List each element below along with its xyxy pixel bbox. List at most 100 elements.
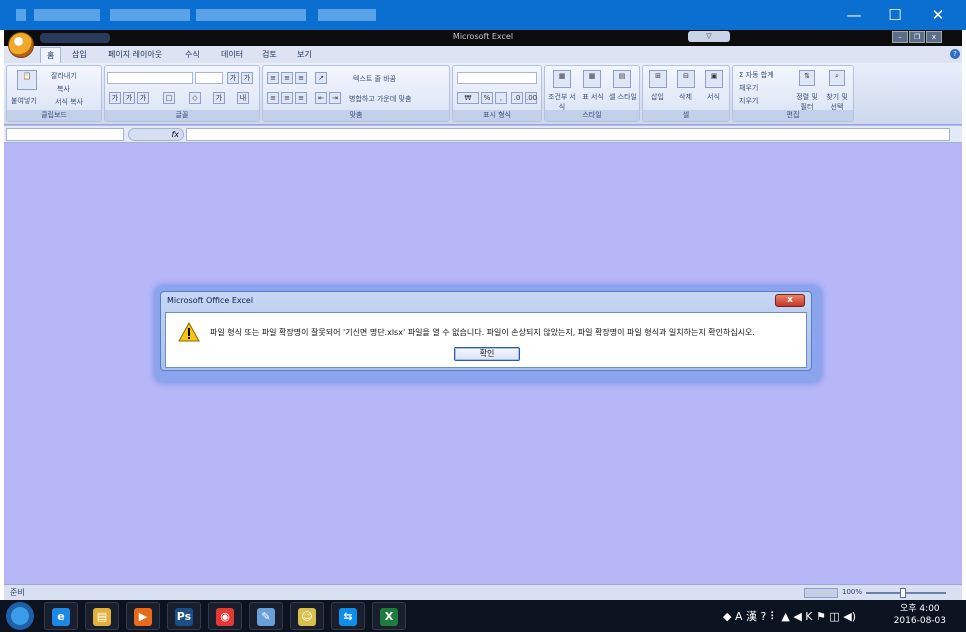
increase-decimal-icon[interactable]: .0	[511, 92, 523, 104]
tab-page-layout[interactable]: 페이지 레이아웃	[108, 49, 162, 60]
paste-button[interactable]: 붙여넣기	[11, 96, 37, 106]
number-format-select[interactable]	[457, 72, 537, 84]
font-name-select[interactable]	[107, 72, 193, 84]
zoom-slider-track[interactable]	[866, 592, 946, 594]
office-button[interactable]	[8, 32, 34, 58]
copy-button[interactable]: 복사	[57, 84, 70, 94]
increase-indent-icon[interactable]: ⇥	[329, 92, 341, 104]
comma-icon[interactable]: ,	[495, 92, 507, 104]
excel-minimize-button[interactable]: –	[892, 31, 908, 43]
tab-insert[interactable]: 삽입	[72, 49, 87, 60]
orientation-icon[interactable]: ↗	[315, 72, 327, 84]
number-group: ₩ % , .0 .00 표시 형식	[452, 65, 542, 122]
ribbon-collapse-button[interactable]: ▽	[688, 31, 730, 42]
taskbar-button[interactable]: ✎	[249, 602, 283, 630]
align-center-icon[interactable]: ≡	[281, 92, 293, 104]
tab-view[interactable]: 보기	[297, 49, 312, 60]
taskbar-button[interactable]: ◉	[208, 602, 242, 630]
sort-filter-icon[interactable]: ⇅	[799, 70, 815, 86]
taskbar-button[interactable]: X	[372, 602, 406, 630]
format-table-icon[interactable]: ▦	[583, 70, 601, 88]
find-select-button[interactable]: 찾기 및 선택	[823, 92, 851, 112]
help-icon[interactable]: ?	[950, 49, 960, 59]
delete-cells-button[interactable]: 삭제	[679, 92, 692, 102]
number-group-label: 표시 형식	[453, 110, 541, 121]
paste-icon[interactable]: 📋	[17, 70, 37, 90]
wrap-text-button[interactable]: 텍스트 줄 바꿈	[353, 74, 396, 84]
bold-icon[interactable]: 가	[109, 92, 121, 104]
photoshop-icon: Ps	[175, 608, 193, 626]
format-painter-button[interactable]: 서식 복사	[55, 97, 83, 107]
clock-date: 2016-08-03	[893, 616, 946, 626]
find-select-icon[interactable]: ⌕	[829, 70, 845, 86]
autosum-button[interactable]: Σ 자동 합계	[739, 70, 774, 80]
format-cells-button[interactable]: 서식	[707, 92, 720, 102]
align-right-icon[interactable]: ≡	[295, 92, 307, 104]
taskbar-button[interactable]: ⇆	[331, 602, 365, 630]
format-cells-icon[interactable]: ▣	[705, 70, 723, 88]
currency-icon[interactable]: ₩	[457, 92, 479, 104]
font-group: 가 가 가 가 가 □ ◇ 가 내 글꼴	[104, 65, 260, 122]
system-tray[interactable]: ◆ A 漢 ? ⠇ ▲ ◀ K ⚑ ◫ ◀)	[723, 608, 856, 624]
taskbar-button[interactable]: ▤	[85, 602, 119, 630]
maximize-button[interactable]: ☐	[873, 0, 917, 30]
decrease-indent-icon[interactable]: ⇤	[315, 92, 327, 104]
align-bottom-icon[interactable]: ≡	[295, 72, 307, 84]
conditional-format-button[interactable]: 조건부 서식	[547, 92, 577, 112]
insert-cells-button[interactable]: 삽입	[651, 92, 664, 102]
taskbar-button[interactable]: ☺	[290, 602, 324, 630]
grow-font-icon[interactable]: 가	[227, 72, 239, 84]
excel-close-button[interactable]: x	[926, 31, 942, 43]
tab-review[interactable]: 검토	[262, 49, 277, 60]
minimize-button[interactable]: —	[832, 0, 876, 30]
format-as-table-button[interactable]: 표 서식	[579, 92, 607, 102]
underline-icon[interactable]: 가	[137, 92, 149, 104]
merge-center-button[interactable]: 병합하고 가운데 맞춤	[349, 94, 411, 104]
tab-formulas[interactable]: 수식	[185, 49, 200, 60]
shrink-font-icon[interactable]: 가	[241, 72, 253, 84]
taskbar-button[interactable]: ▶	[126, 602, 160, 630]
fill-button[interactable]: 채우기	[739, 83, 758, 93]
dialog-close-button[interactable]: x	[775, 294, 805, 307]
align-left-icon[interactable]: ≡	[267, 92, 279, 104]
styles-group-label: 스타일	[545, 110, 639, 121]
tab-home[interactable]: 홈	[40, 47, 62, 63]
ok-button[interactable]: 확인	[454, 347, 520, 361]
percent-icon[interactable]: %	[481, 92, 493, 104]
border-icon[interactable]: □	[163, 92, 175, 104]
font-size-select[interactable]	[195, 72, 223, 84]
taskbar-button[interactable]: Ps	[167, 602, 201, 630]
align-top-icon[interactable]: ≡	[267, 72, 279, 84]
font-color-icon[interactable]: 가	[213, 92, 225, 104]
italic-icon[interactable]: 가	[123, 92, 135, 104]
clipboard-group-label: 클립보드	[7, 110, 101, 121]
close-button[interactable]: ✕	[916, 0, 960, 30]
zoom-slider-thumb[interactable]	[900, 588, 906, 598]
clear-button[interactable]: 지우기	[739, 96, 758, 106]
formula-input[interactable]	[186, 128, 950, 141]
view-buttons[interactable]	[804, 588, 838, 598]
fill-color-icon[interactable]: ◇	[189, 92, 201, 104]
conditional-format-icon[interactable]: ▦	[553, 70, 571, 88]
cell-styles-icon[interactable]: ▤	[613, 70, 631, 88]
fx-button[interactable]: fx	[128, 128, 184, 141]
start-button[interactable]	[6, 602, 34, 630]
insert-cells-icon[interactable]: ⊞	[649, 70, 667, 88]
sort-filter-button[interactable]: 정렬 및 필터	[793, 92, 821, 112]
taskbar-button[interactable]: e	[44, 602, 78, 630]
cells-group: ⊞ ⊟ ▣ 삽입 삭제 서식 셀	[642, 65, 730, 122]
align-middle-icon[interactable]: ≡	[281, 72, 293, 84]
cell-styles-button[interactable]: 셀 스타일	[609, 92, 637, 102]
explorer-icon: ▤	[93, 608, 111, 626]
name-box[interactable]	[6, 128, 124, 141]
blurred-title-segment	[318, 9, 376, 21]
blurred-title-segment	[110, 9, 190, 21]
decrease-decimal-icon[interactable]: .00	[525, 92, 537, 104]
tab-data[interactable]: 데이터	[221, 49, 243, 60]
clock[interactable]: 오후 4:00 2016-08-03	[894, 603, 946, 627]
excel-restore-button[interactable]: ❐	[909, 31, 925, 43]
media-player-icon: ▶	[134, 608, 152, 626]
phonetic-icon[interactable]: 내	[237, 92, 249, 104]
delete-cells-icon[interactable]: ⊟	[677, 70, 695, 88]
cut-button[interactable]: 잘라내기	[51, 71, 77, 81]
